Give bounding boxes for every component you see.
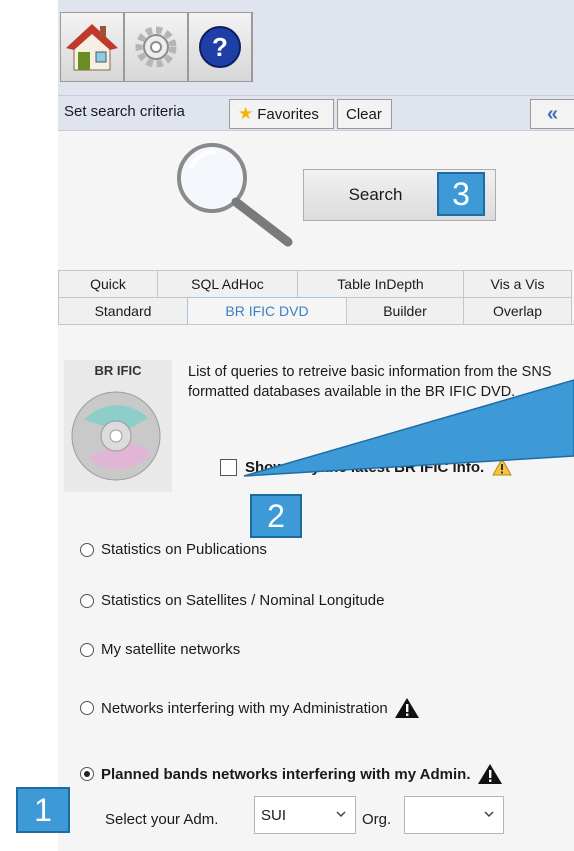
callout-badge-2: 2 (250, 494, 302, 538)
radio-button[interactable] (80, 593, 94, 608)
radio-button[interactable] (80, 542, 94, 557)
chevron-down-icon (336, 811, 346, 818)
org-label: Org. (362, 811, 392, 828)
query-option-networks-interfering[interactable]: Networks interfering with my Administrat… (80, 697, 420, 719)
administration-value: SUI (261, 806, 287, 824)
query-option-statistics-publications[interactable]: Statistics on Publications (80, 541, 267, 558)
callout-pointer (243, 379, 574, 477)
callout-badge-1: 1 (16, 787, 70, 833)
query-option-label: My satellite networks (101, 641, 241, 658)
warning-icon (394, 698, 419, 718)
query-option-label: Planned bands networks interfering with … (101, 765, 471, 783)
radio-button[interactable] (80, 642, 94, 657)
chevron-down-icon (484, 811, 494, 818)
administration-select[interactable]: SUI (254, 796, 356, 834)
query-option-label: Statistics on Satellites / Nominal Longi… (101, 592, 385, 609)
query-option-planned-bands[interactable]: Planned bands networks interfering with … (80, 763, 503, 785)
select-adm-label: Select your Adm. (105, 811, 219, 828)
organization-select[interactable] (404, 796, 504, 834)
query-option-statistics-satellites[interactable]: Statistics on Satellites / Nominal Longi… (80, 592, 384, 609)
warning-icon (477, 764, 502, 784)
radio-button-selected[interactable] (80, 767, 94, 781)
query-option-label: Statistics on Publications (101, 541, 267, 558)
query-option-my-satellite-networks[interactable]: My satellite networks (80, 641, 240, 658)
radio-button[interactable] (80, 701, 94, 715)
query-option-label: Networks interfering with my Administrat… (101, 699, 388, 717)
